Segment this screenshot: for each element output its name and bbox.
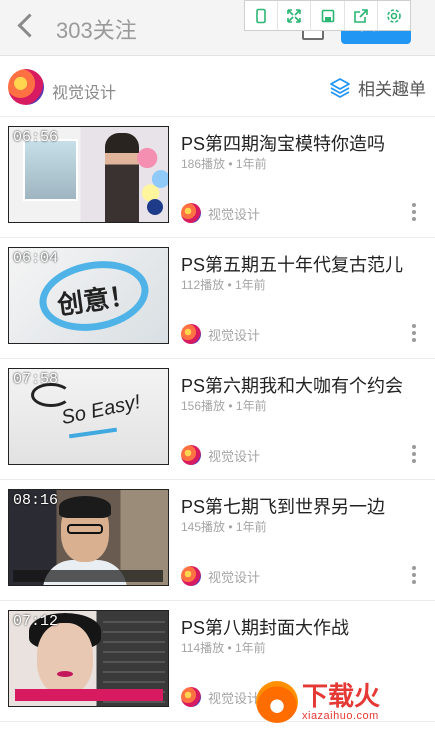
more-options-icon[interactable]: [408, 443, 420, 467]
author-name: 视觉设计: [208, 206, 261, 222]
thumbnail-art: [23, 139, 78, 201]
channel-name[interactable]: 视觉设计: [52, 79, 116, 103]
video-title[interactable]: PS第五期五十年代复古范儿: [181, 251, 403, 277]
page-title: 303关注: [56, 18, 137, 43]
list-item[interactable]: 创意！ 06:04 PS第五期五十年代复古范儿 112播放 • 1年前 视觉设计: [0, 238, 435, 359]
video-title[interactable]: PS第八期封面大作战: [181, 614, 349, 640]
flame-logo-icon: [256, 681, 298, 723]
channel-avatar[interactable]: [8, 69, 44, 105]
video-meta: 145播放 • 1年前: [181, 520, 267, 534]
list-item[interactable]: 06:56 PS第四期淘宝模特你造吗 186播放 • 1年前 视觉设计: [0, 117, 435, 238]
related-label: 相关趣单: [358, 80, 426, 99]
thumbnail-art: [68, 427, 118, 439]
video-list: 06:56 PS第四期淘宝模特你造吗 186播放 • 1年前 视觉设计 创意！ …: [0, 117, 435, 722]
author-avatar: [181, 203, 201, 223]
thumbnail-art: [37, 623, 93, 695]
layers-icon: [330, 77, 350, 98]
watermark-brand: 下载火: [302, 681, 381, 711]
more-options-icon[interactable]: [408, 322, 420, 346]
thumbnail-text: So Easy!: [59, 390, 143, 430]
watermark-url: xiazaihuo.com: [302, 710, 379, 722]
list-item[interactable]: 08:16 PS第七期飞到世界另一边 145播放 • 1年前 视觉设计: [0, 480, 435, 601]
video-title[interactable]: PS第七期飞到世界另一边: [181, 493, 385, 519]
video-title[interactable]: PS第六期我和大咖有个约会: [181, 372, 403, 398]
more-options-icon[interactable]: [408, 201, 420, 225]
author-name: 视觉设计: [208, 327, 261, 343]
author-name: 视觉设计: [208, 690, 261, 706]
save-icon[interactable]: [311, 1, 345, 30]
list-item[interactable]: So Easy! 07:58 PS第六期我和大咖有个约会 156播放 • 1年前…: [0, 359, 435, 480]
video-duration: 07:12: [13, 613, 59, 630]
video-author[interactable]: 视觉设计: [181, 566, 260, 586]
thumbnail-caption-bar: [13, 570, 163, 582]
video-duration: 07:58: [13, 371, 59, 388]
channel-bar: 视觉设计 相关趣单: [0, 57, 435, 117]
author-avatar: [181, 324, 201, 344]
author-name: 视觉设计: [208, 448, 261, 464]
video-meta: 114播放 • 1年前: [181, 641, 266, 655]
thumbnail-art: [67, 524, 103, 534]
author-avatar: [181, 687, 201, 707]
video-author[interactable]: 视觉设计: [181, 324, 260, 344]
video-author[interactable]: 视觉设计: [181, 445, 260, 465]
video-author[interactable]: 视觉设计: [181, 203, 260, 223]
video-meta: 112播放 • 1年前: [181, 278, 266, 292]
author-avatar: [181, 566, 201, 586]
back-button[interactable]: [12, 12, 42, 42]
video-author[interactable]: 视觉设计: [181, 687, 260, 707]
play-icon: [147, 199, 163, 215]
thumbnail-art: [59, 496, 111, 518]
thumbnail-art: [105, 133, 139, 222]
video-thumbnail[interactable]: 07:12: [8, 610, 169, 707]
video-duration: 08:16: [13, 492, 59, 509]
video-duration: 06:56: [13, 129, 59, 146]
video-thumbnail[interactable]: 08:16: [8, 489, 169, 586]
thumbnail-art: [137, 137, 168, 207]
video-meta: 186播放 • 1年前: [181, 157, 267, 171]
video-meta: 156播放 • 1年前: [181, 399, 267, 413]
video-duration: 06:04: [13, 250, 59, 267]
video-thumbnail[interactable]: 创意！ 06:04: [8, 247, 169, 344]
phone-icon[interactable]: [245, 1, 279, 30]
video-thumbnail[interactable]: So Easy! 07:58: [8, 368, 169, 465]
author-avatar: [181, 445, 201, 465]
settings-icon[interactable]: [378, 1, 410, 30]
video-title[interactable]: PS第四期淘宝模特你造吗: [181, 130, 385, 156]
site-watermark: 下载火 xiazaihuo.com: [256, 674, 435, 730]
video-thumbnail[interactable]: 06:56: [8, 126, 169, 223]
author-name: 视觉设计: [208, 569, 261, 585]
thumbnail-caption-bar: [15, 689, 163, 701]
share-out-icon[interactable]: [345, 1, 378, 30]
thumbnail-art: [57, 671, 73, 677]
more-options-icon[interactable]: [408, 564, 420, 588]
floating-toolbar: [244, 0, 411, 31]
related-list-button[interactable]: 相关趣单: [328, 75, 426, 100]
fullscreen-icon[interactable]: [278, 1, 312, 30]
